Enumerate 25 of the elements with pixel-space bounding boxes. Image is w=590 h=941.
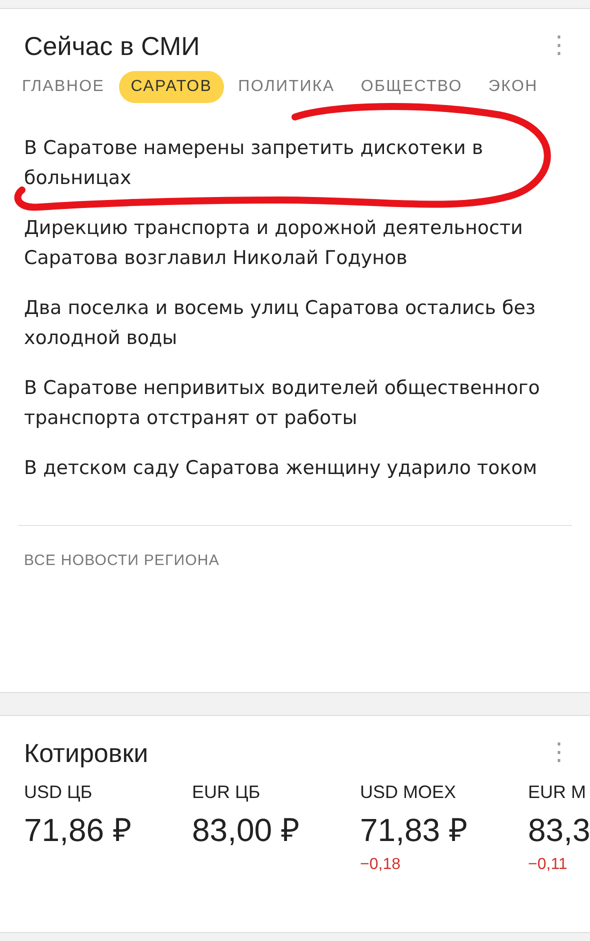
category-tab[interactable]: ГЛАВНОЕ	[10, 71, 117, 103]
quote-value: 71,83 ₽	[360, 811, 469, 850]
category-tab[interactable]: ПОЛИТИКА	[226, 71, 347, 103]
all-news-link[interactable]: ВСЕ НОВОСТИ РЕГИОНА	[24, 550, 220, 572]
headline-link[interactable]: Два поселка и восемь улиц Саратова остались без холодной воды	[24, 293, 554, 353]
headline-link[interactable]: В Саратове непривитых водителей общественного транспорта отстранят от работы	[24, 373, 554, 433]
quote-name: EUR ЦБ	[192, 781, 262, 804]
category-tab[interactable]: САРАТОВ	[118, 71, 224, 103]
quote-name: USD ЦБ	[24, 781, 94, 804]
quote-name: USD MOEX	[360, 781, 458, 804]
section-title: Котировки	[24, 737, 148, 770]
headline-link[interactable]: В детском саду Саратова женщину ударило током	[24, 453, 554, 483]
menu-icon[interactable]: ⋮	[544, 29, 574, 63]
quote-value: 83,3	[528, 811, 590, 850]
menu-icon[interactable]: ⋮	[544, 736, 574, 770]
quote-change: −0,11	[528, 855, 568, 875]
quote-change: −0,18	[360, 855, 402, 875]
quote-name: EUR M	[528, 781, 587, 804]
headline-link[interactable]: В Саратове намерены запретить дискотеки в больницах	[24, 133, 554, 193]
section-title: Сейчас в СМИ	[24, 30, 200, 63]
category-tab[interactable]: ЭКОН	[476, 71, 550, 103]
quote-value: 71,86 ₽	[24, 811, 133, 850]
category-tab[interactable]: ОБЩЕСТВО	[348, 71, 474, 103]
headline-link[interactable]: Дирекцию транспорта и дорожной деятельности Саратова возглавил Николай Годунов	[24, 213, 554, 273]
quote-value: 83,00 ₽	[192, 811, 301, 850]
